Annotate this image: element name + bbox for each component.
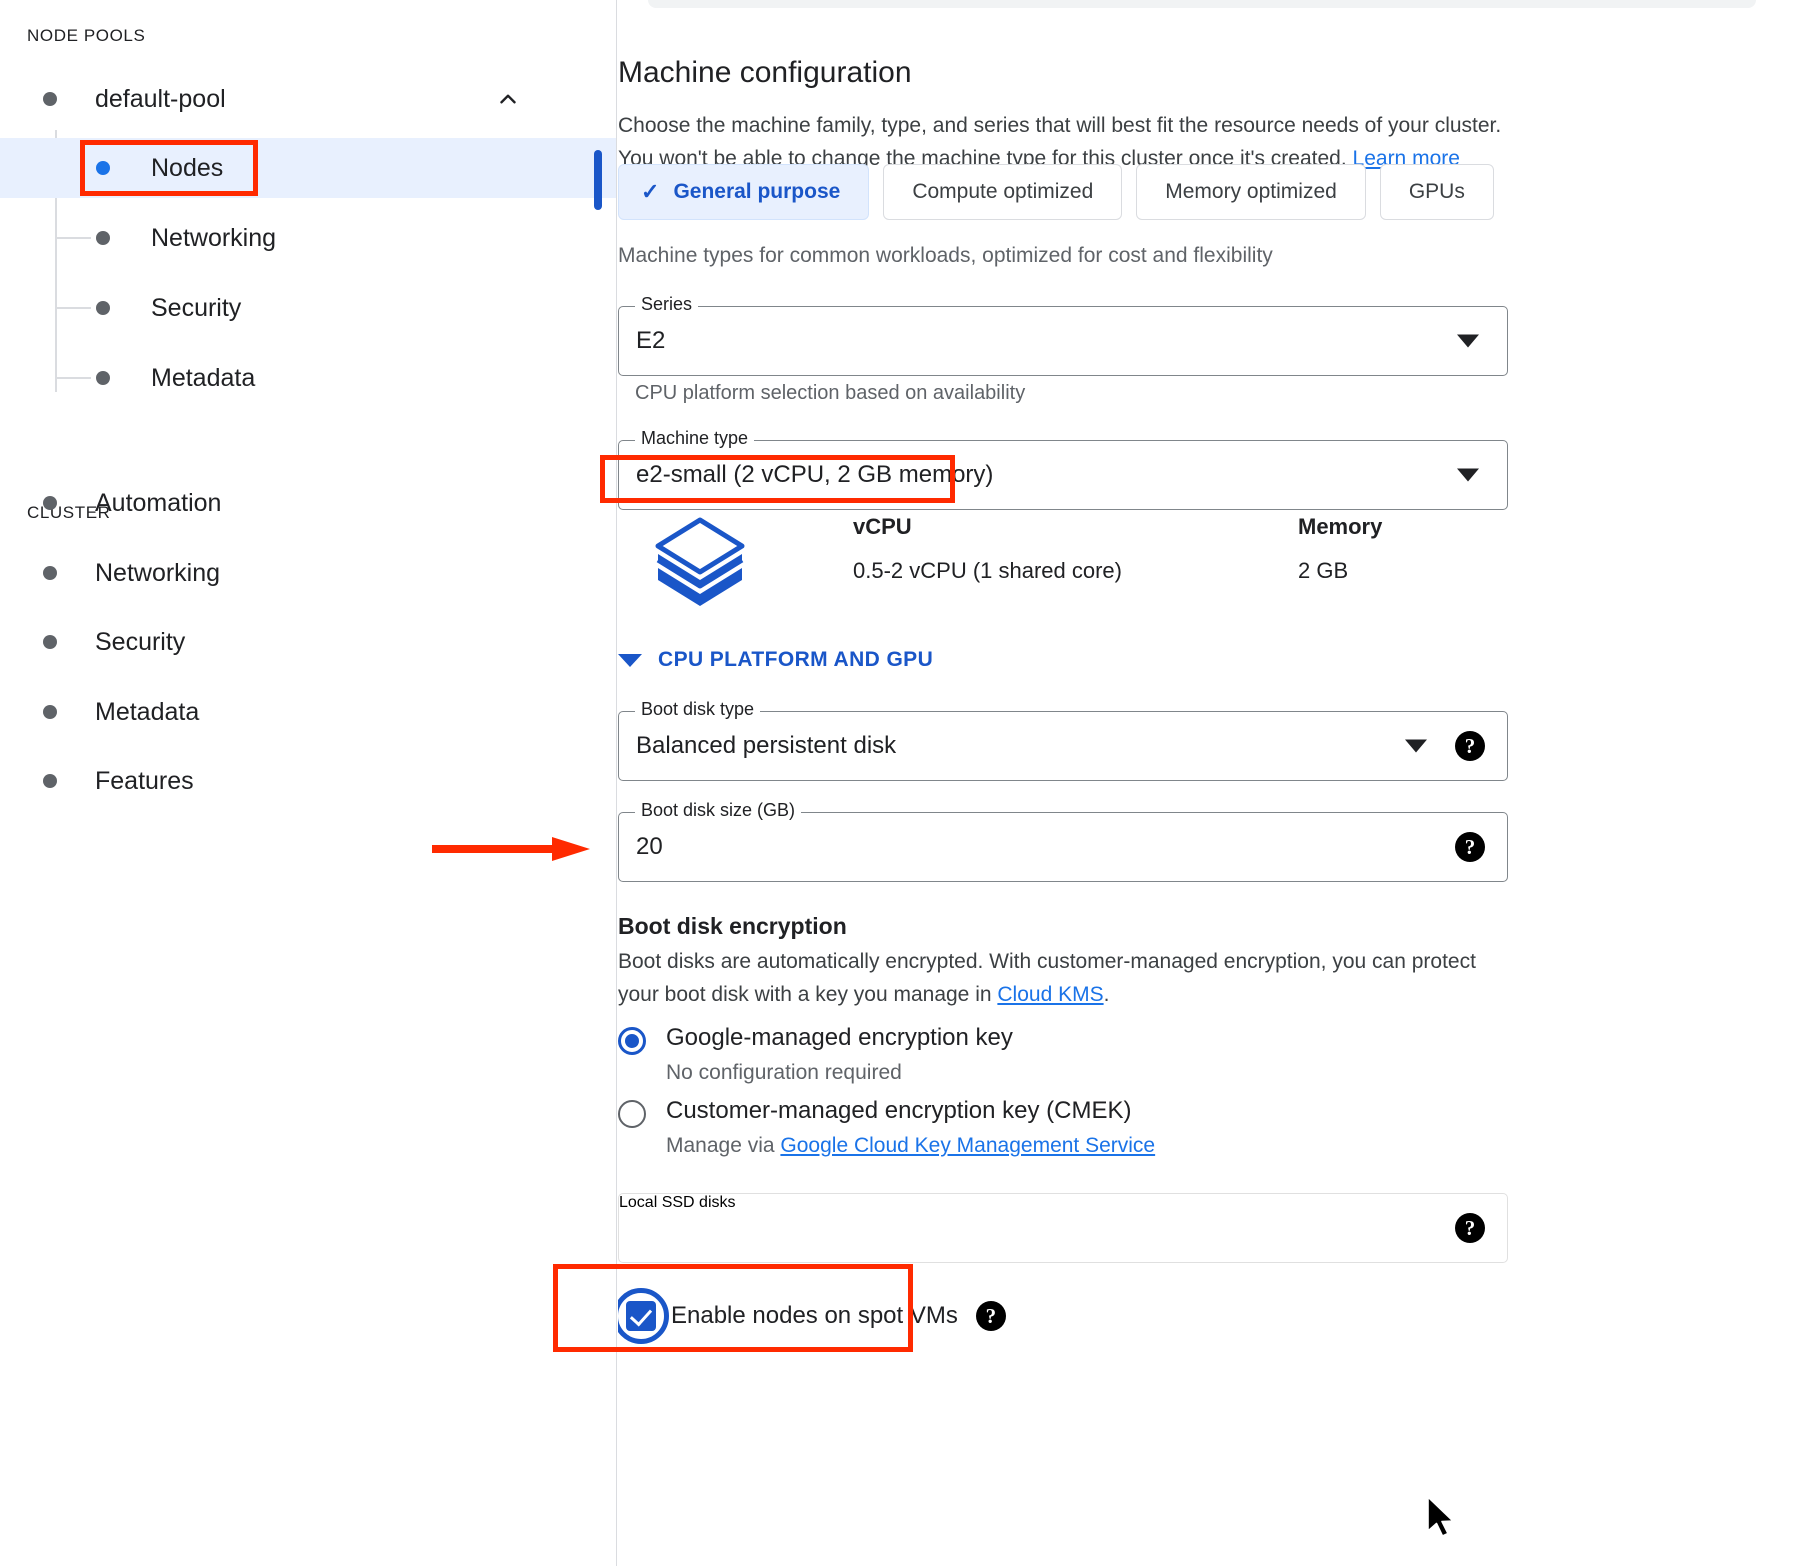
sidebar-item-security-pool[interactable]: Security (0, 278, 616, 338)
sidebar-item-default-pool[interactable]: default-pool (0, 73, 616, 125)
tab-general-purpose[interactable]: ✓ General purpose (618, 164, 870, 220)
spot-vms-checkbox[interactable] (618, 1288, 669, 1344)
sidebar-item-networking-cluster[interactable]: Networking (0, 545, 616, 601)
sidebar-item-label: Security (95, 627, 186, 656)
sidebar-item-label: Nodes (151, 153, 224, 182)
chevron-up-icon[interactable] (495, 86, 521, 112)
radio-customer-managed-key[interactable]: Customer-managed encryption key (CMEK) M… (618, 1097, 1155, 1158)
radio-sublabel-prefix: Manage via (666, 1134, 781, 1157)
boot-disk-type-legend: Boot disk type (635, 699, 761, 720)
memory-header: Memory (1298, 514, 1383, 539)
radio-sublabel: No configuration required (666, 1061, 902, 1084)
mouse-cursor-icon (1426, 1495, 1460, 1541)
sidebar-item-networking-pool[interactable]: Networking (0, 208, 616, 268)
google-cloud-kms-link[interactable]: Google Cloud Key Management Service (780, 1134, 1155, 1157)
help-icon[interactable]: ? (1455, 1213, 1485, 1243)
vcpu-value: 0.5-2 vCPU (1 shared core) (853, 558, 1122, 583)
boot-disk-size-legend: Boot disk size (GB) (635, 800, 802, 821)
machine-family-tabs: ✓ General purpose Compute optimized Memo… (618, 164, 1494, 220)
bullet-icon (43, 92, 57, 106)
sidebar-item-label: Networking (95, 558, 221, 587)
machine-configuration-panel: Machine configuration Choose the machine… (618, 0, 1802, 1566)
boot-disk-encryption-description: Boot disks are automatically encrypted. … (618, 945, 1498, 1011)
sidebar-item-nodes[interactable]: Nodes (0, 138, 616, 210)
sidebar-item-label: Metadata (151, 363, 256, 392)
tab-label: General purpose (673, 180, 841, 203)
machine-type-select[interactable]: Machine type e2-small (2 vCPU, 2 GB memo… (618, 428, 1508, 510)
boot-disk-type-select[interactable]: Boot disk type Balanced persistent disk … (618, 699, 1508, 781)
help-icon[interactable]: ? (1455, 832, 1485, 862)
sidebar-item-label: Features (95, 766, 194, 795)
bullet-icon (43, 496, 57, 510)
pool-label: default-pool (95, 84, 226, 113)
sidebar-item-label: Security (151, 293, 242, 322)
radio-label: Google-managed encryption key (666, 1024, 1013, 1051)
tab-label: Compute optimized (912, 180, 1094, 203)
bullet-icon (96, 301, 110, 315)
local-ssd-disks-input[interactable]: Local SSD disks ? (618, 1193, 1508, 1263)
local-ssd-placeholder: Local SSD disks (619, 1194, 736, 1211)
chevron-down-icon[interactable] (1405, 739, 1427, 753)
series-hint: CPU platform selection based on availabi… (635, 382, 1026, 404)
bullet-icon (43, 774, 57, 788)
cloud-kms-link[interactable]: Cloud KMS (997, 983, 1103, 1006)
memory-value: 2 GB (1298, 558, 1349, 583)
bullet-icon (43, 705, 57, 719)
vcpu-header: vCPU (853, 514, 912, 539)
series-legend: Series (635, 294, 699, 315)
radio-label: Customer-managed encryption key (CMEK) (666, 1097, 1132, 1124)
sidebar-item-label: Automation (95, 488, 222, 517)
sidebar-item-features[interactable]: Features (0, 753, 616, 809)
radio-sublabel: Manage via Google Cloud Key Management S… (666, 1134, 1155, 1158)
chevron-down-icon[interactable] (1457, 334, 1479, 348)
cpu-platform-label: CPU PLATFORM AND GPU (658, 648, 934, 671)
bullet-icon (96, 231, 110, 245)
annotation-arrow-icon (432, 836, 592, 862)
help-icon[interactable]: ? (975, 1301, 1006, 1331)
help-icon[interactable]: ? (1455, 731, 1485, 761)
machine-type-legend: Machine type (635, 428, 755, 449)
bullet-icon (43, 635, 57, 649)
checkbox-checked-icon (626, 1301, 656, 1331)
bullet-icon (96, 371, 110, 385)
chevron-down-icon[interactable] (1457, 468, 1479, 482)
cpu-platform-and-gpu-toggle[interactable]: CPU PLATFORM AND GPU (618, 648, 933, 672)
sidebar-item-security-cluster[interactable]: Security (0, 614, 616, 670)
encryption-desc-period: . (1103, 983, 1110, 1006)
tab-gpus[interactable]: GPUs (1379, 164, 1494, 220)
app-window: NODE POOLS default-pool Nodes Networking (0, 0, 1802, 1566)
family-note: Machine types for common workloads, opti… (618, 244, 1273, 267)
spot-vms-label: Enable nodes on spot VMs (671, 1302, 958, 1329)
machine-specs: vCPU 0.5-2 vCPU (1 shared core) Memory 2… (618, 514, 1508, 619)
check-icon: ✓ (641, 179, 660, 204)
radio-selected-icon[interactable] (618, 1027, 646, 1055)
sidebar-item-metadata-pool[interactable]: Metadata (0, 348, 616, 408)
bullet-icon (96, 161, 110, 175)
sidebar-item-label: Metadata (95, 697, 200, 726)
sidebar-item-automation[interactable]: Automation (0, 475, 616, 531)
chevron-down-icon (618, 653, 642, 667)
tab-label: GPUs (1408, 180, 1465, 203)
boot-disk-type-value: Balanced persistent disk (636, 732, 897, 759)
radio-google-managed-key[interactable]: Google-managed encryption key No configu… (618, 1024, 1013, 1085)
boot-disk-size-value: 20 (636, 833, 663, 860)
tab-memory-optimized[interactable]: Memory optimized (1136, 164, 1366, 220)
page-title: Machine configuration (618, 56, 912, 90)
spot-vms-checkbox-row[interactable]: Enable nodes on spot VMs ? (618, 1288, 1006, 1344)
boot-disk-size-input[interactable]: Boot disk size (GB) 20 ? (618, 800, 1508, 882)
series-value: E2 (636, 327, 666, 354)
tab-compute-optimized[interactable]: Compute optimized (883, 164, 1123, 220)
left-nav-sidebar: NODE POOLS default-pool Nodes Networking (0, 0, 617, 1566)
tab-label: Memory optimized (1165, 180, 1337, 203)
machine-type-value: e2-small (2 vCPU, 2 GB memory) (636, 461, 994, 488)
sidebar-item-metadata-cluster[interactable]: Metadata (0, 684, 616, 740)
node-pools-section-title: NODE POOLS (27, 26, 146, 45)
boot-disk-encryption-title: Boot disk encryption (618, 913, 847, 939)
selection-indicator (594, 150, 602, 210)
series-select[interactable]: Series E2 (618, 294, 1508, 376)
bullet-icon (43, 566, 57, 580)
radio-unselected-icon[interactable] (618, 1100, 646, 1128)
layers-stack-icon (650, 516, 750, 612)
sidebar-item-label: Networking (151, 223, 277, 252)
